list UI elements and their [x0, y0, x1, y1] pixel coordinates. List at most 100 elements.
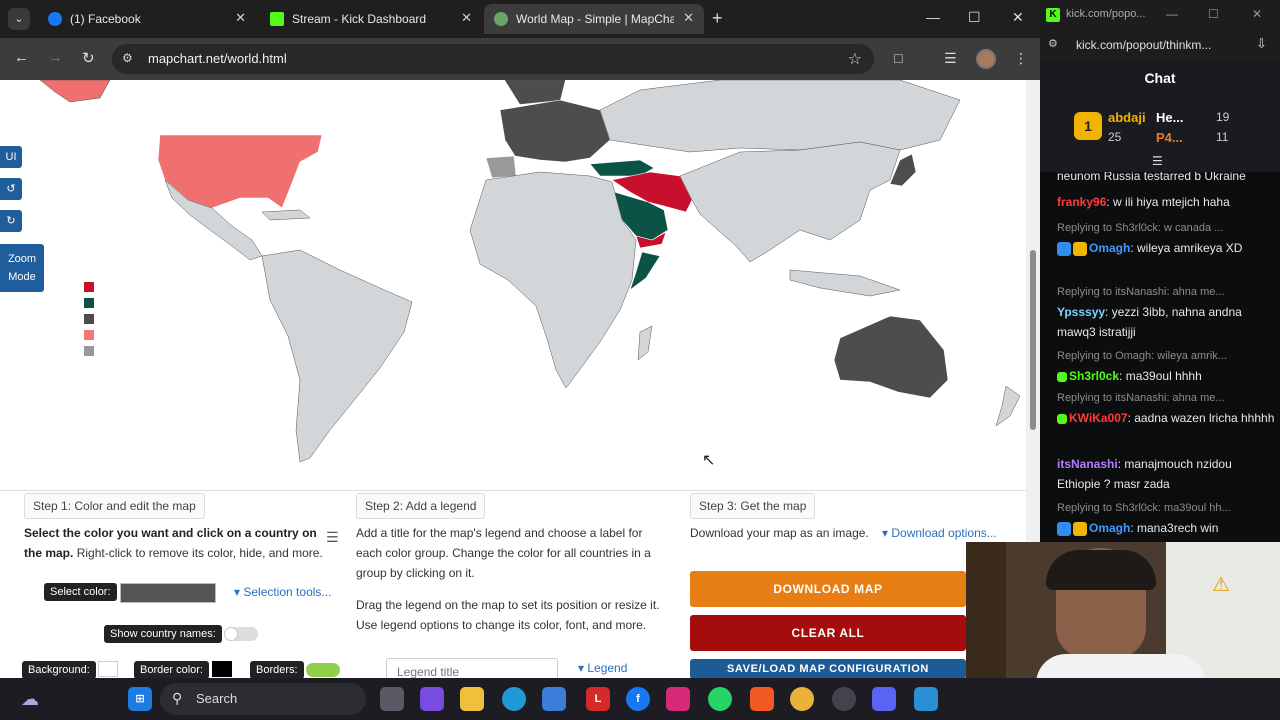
edge-icon[interactable] [502, 687, 526, 711]
caribbean[interactable] [261, 209, 311, 221]
badge-icon [1057, 241, 1071, 256]
border-color-swatch[interactable] [212, 661, 232, 677]
download-map-button[interactable]: DOWNLOAD MAP [690, 571, 966, 607]
selection-tools-link[interactable]: ▾ Selection tools... [234, 585, 331, 599]
obs-icon[interactable] [832, 687, 856, 711]
badge-icon [1057, 413, 1067, 424]
maximize-icon[interactable]: ☐ [1208, 7, 1219, 21]
extensions-icon[interactable]: □ [894, 50, 902, 66]
background-color-swatch[interactable] [98, 661, 118, 677]
webcam-overlay: ⚠ [966, 542, 1280, 678]
back-icon[interactable]: ← [14, 49, 29, 66]
redo-button[interactable]: ↻ [0, 210, 22, 232]
whatsapp-icon[interactable] [708, 687, 732, 711]
borders-toggle[interactable] [306, 663, 340, 677]
save-load-config-button[interactable]: SAVE/LOAD MAP CONFIGURATION [690, 659, 966, 678]
media-control-icon[interactable]: ☰ [944, 50, 957, 67]
site-info-icon[interactable]: ⚙ [1048, 37, 1058, 50]
url-text: mapchart.net/world.html [148, 51, 287, 66]
leader-name[interactable]: He... [1156, 110, 1183, 125]
continent-south-america[interactable] [261, 249, 413, 463]
tab-mapchart[interactable]: World Map - Simple | MapChar ✕ [484, 4, 704, 34]
country-spain[interactable] [485, 155, 517, 179]
country-madagascar[interactable] [637, 325, 653, 361]
kick-logo-icon: K [1046, 8, 1060, 22]
undo-button[interactable]: ↺ [0, 178, 22, 200]
legend-swatch[interactable] [84, 330, 94, 340]
tab-search-button[interactable]: ⌄ [8, 8, 30, 30]
message-user[interactable]: franky96 [1057, 195, 1106, 209]
clear-all-button[interactable]: CLEAR ALL [690, 615, 966, 651]
message-user[interactable]: Ypsssyy [1057, 305, 1105, 319]
continent-africa[interactable] [469, 171, 637, 389]
message-user[interactable]: Sh3rl0ck [1069, 369, 1119, 383]
profile-avatar[interactable] [976, 49, 996, 69]
country-australia[interactable] [833, 315, 949, 399]
close-tab-icon[interactable]: ✕ [235, 10, 246, 26]
message-user[interactable]: Omagh [1089, 521, 1130, 535]
region-europe[interactable] [499, 99, 611, 163]
legend-options-link[interactable]: ▾ Legend [578, 661, 627, 675]
new-tab-icon[interactable]: + [712, 8, 723, 29]
leader-name[interactable]: P4... [1156, 130, 1183, 145]
tab-kick[interactable]: Stream - Kick Dashboard ✕ [260, 4, 482, 34]
step2-line4: Use legend options to change its color, … [356, 618, 647, 632]
zoom-mode-button[interactable]: Zoom Mode [0, 244, 44, 292]
menu-icon[interactable]: ⋮ [1014, 50, 1028, 67]
expand-icon[interactable]: ☰ [1152, 154, 1163, 168]
close-window-icon[interactable]: ✕ [1252, 7, 1262, 21]
ui-toggle-button[interactable]: UI [0, 146, 22, 168]
close-tab-icon[interactable]: ✕ [683, 10, 694, 26]
app-icon[interactable] [914, 687, 938, 711]
task-view-icon[interactable] [380, 687, 404, 711]
message-user[interactable]: KWiKa007 [1069, 411, 1128, 425]
close-tab-icon[interactable]: ✕ [461, 10, 472, 26]
chat-message: Replying to itsNanashi: ahna me... Ypsss… [1057, 282, 1275, 342]
facebook-icon[interactable]: f [626, 687, 650, 711]
site-info-icon[interactable]: ⚙ [122, 51, 133, 65]
address-bar[interactable]: ⚙ mapchart.net/world.html ☆ [112, 44, 874, 74]
forward-icon[interactable]: → [48, 49, 63, 66]
message-user[interactable]: itsNanashi [1057, 457, 1118, 471]
legend-swatch[interactable] [84, 298, 94, 308]
close-window-icon[interactable]: ✕ [1012, 9, 1024, 26]
m365-icon[interactable] [420, 687, 444, 711]
country-russia[interactable] [599, 80, 961, 153]
discord-icon[interactable] [872, 687, 896, 711]
taskbar-search[interactable]: ⚲ Search [160, 683, 366, 715]
color-picker[interactable] [120, 583, 216, 603]
minimize-icon[interactable]: — [926, 9, 940, 25]
tab-facebook[interactable]: (1) Facebook ✕ [38, 4, 256, 34]
message-user[interactable]: Omagh [1089, 241, 1130, 255]
hamburger-icon[interactable]: ☰ [326, 529, 339, 546]
legend-swatch[interactable] [84, 282, 94, 292]
instagram-icon[interactable] [666, 687, 690, 711]
legend-swatch[interactable] [84, 346, 94, 356]
app-l-icon[interactable]: L [586, 687, 610, 711]
minimize-icon[interactable]: — [1166, 7, 1178, 21]
weather-icon[interactable]: ☁ [18, 687, 42, 711]
country-indonesia[interactable] [789, 269, 901, 297]
maximize-icon[interactable]: ☐ [968, 9, 981, 26]
brave-icon[interactable] [750, 687, 774, 711]
reload-icon[interactable]: ↻ [82, 49, 95, 67]
country-alaska[interactable] [39, 80, 111, 103]
download-options-link[interactable]: ▾ Download options... [882, 526, 997, 540]
country-somalia[interactable] [629, 251, 661, 291]
tab-title: Stream - Kick Dashboard [292, 12, 427, 26]
country-names-toggle[interactable] [224, 627, 258, 641]
start-icon[interactable]: ⊞ [128, 687, 152, 711]
legend-title-input[interactable] [386, 658, 558, 678]
file-explorer-icon[interactable] [460, 687, 484, 711]
region-asia[interactable] [679, 141, 901, 263]
world-map[interactable]: UI ↺ ↻ Zoom Mode ↖ [0, 80, 1026, 490]
download-icon[interactable]: ⇩ [1256, 36, 1267, 52]
scrollbar-thumb[interactable] [1030, 250, 1036, 430]
bookmark-star-icon[interactable]: ☆ [848, 49, 862, 69]
legend-swatch[interactable] [84, 314, 94, 324]
store-icon[interactable] [542, 687, 566, 711]
world-map-svg[interactable] [0, 80, 1026, 490]
chrome-icon[interactable] [790, 687, 814, 711]
leader-name[interactable]: abdaji [1108, 110, 1146, 125]
country-new-zealand[interactable] [995, 385, 1021, 427]
